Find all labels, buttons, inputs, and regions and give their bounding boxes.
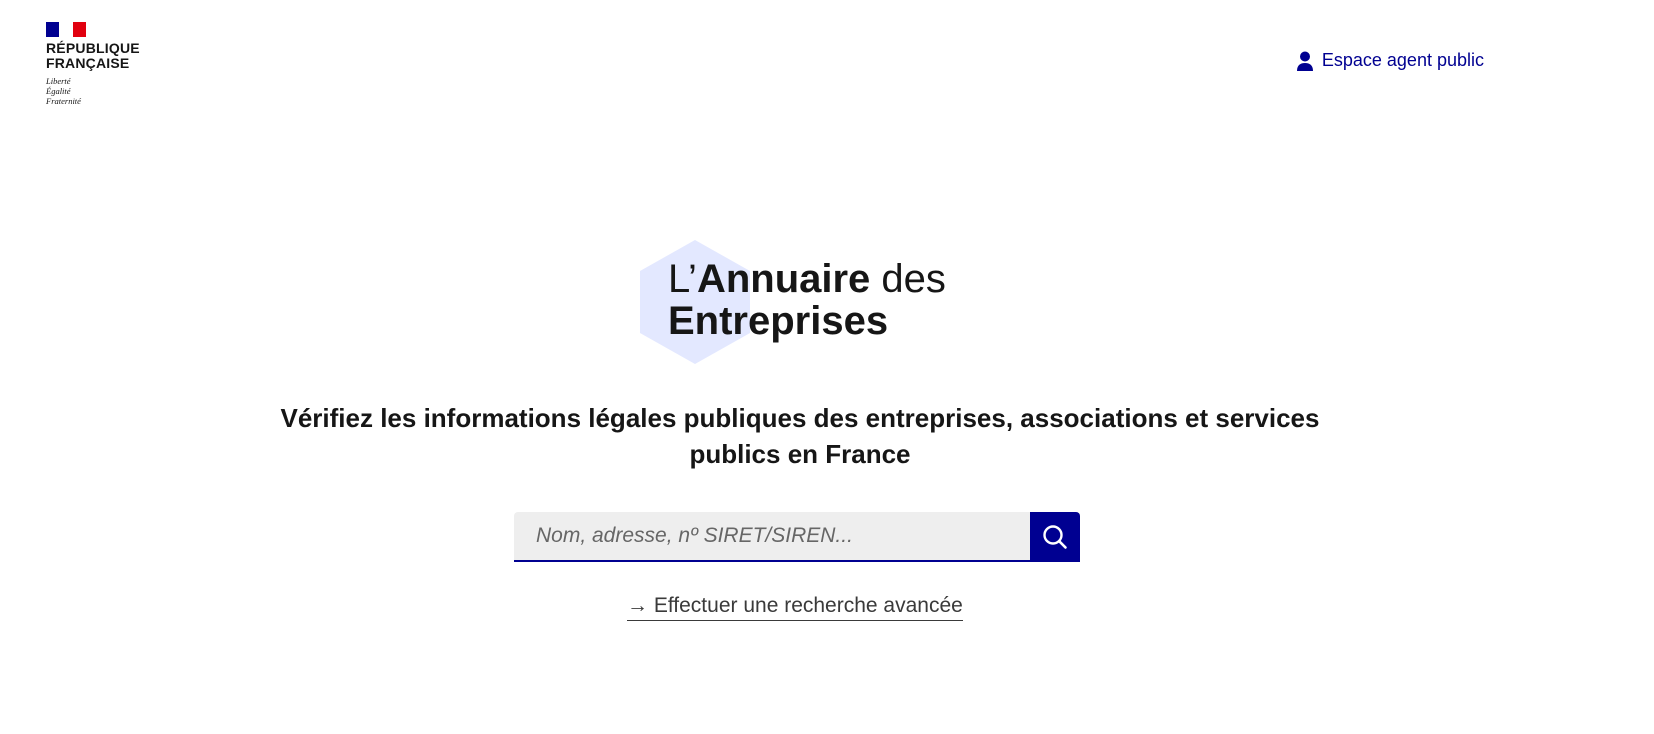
logo-text: L’Annuaire des Entreprises — [668, 258, 946, 342]
site-header: RÉPUBLIQUE FRANÇAISE Liberté Égalité Fra… — [0, 0, 1654, 130]
brand-line-1: RÉPUBLIQUE — [46, 40, 140, 56]
motto-egalite: Égalité — [46, 86, 71, 96]
republique-francaise-logo[interactable]: RÉPUBLIQUE FRANÇAISE Liberté Égalité Fra… — [46, 22, 156, 106]
search-icon — [1043, 525, 1067, 549]
logo-line-1: L’Annuaire des — [668, 258, 946, 300]
logo-des: des — [870, 257, 946, 301]
brand-motto: Liberté Égalité Fraternité — [46, 76, 156, 106]
annuaire-entreprises-logo: L’Annuaire des Entreprises — [640, 236, 1000, 366]
page: RÉPUBLIQUE FRANÇAISE Liberté Égalité Fra… — [0, 0, 1654, 734]
logo-entreprises: Entreprises — [668, 299, 889, 343]
logo-prefix: L’ — [668, 257, 697, 301]
user-icon — [1296, 51, 1314, 71]
advanced-search-link[interactable]: → Effectuer une recherche avancée — [627, 594, 963, 621]
brand-line-2: FRANÇAISE — [46, 55, 130, 71]
motto-liberte: Liberté — [46, 76, 71, 86]
french-flag-icon — [46, 22, 86, 37]
espace-agent-public-label: Espace agent public — [1321, 50, 1484, 70]
page-tagline: Vérifiez les informations légales publiq… — [280, 403, 1320, 469]
search-form — [514, 512, 1080, 562]
search-input[interactable] — [514, 512, 1030, 562]
logo-annuaire: Annuaire — [696, 257, 871, 301]
search-button[interactable] — [1030, 512, 1080, 562]
motto-fraternite: Fraternité — [46, 96, 81, 106]
espace-agent-public-link[interactable]: Espace agent public — [1296, 50, 1484, 71]
